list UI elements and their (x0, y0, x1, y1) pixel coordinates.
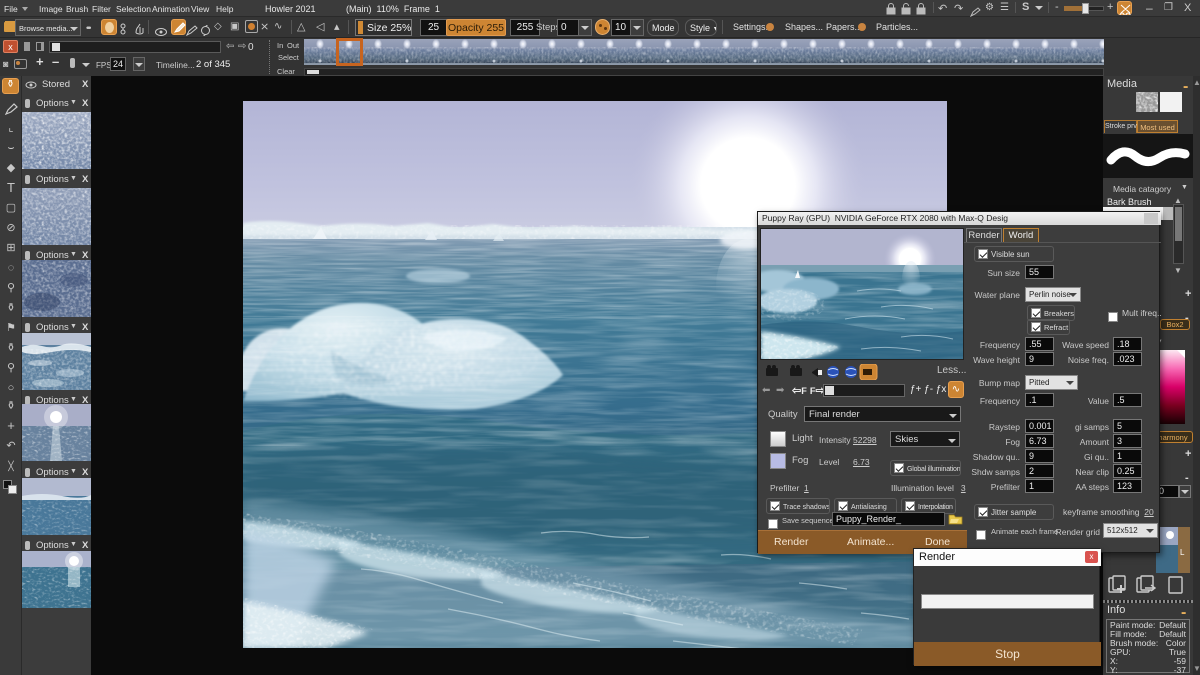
svg-text:L: L (1180, 548, 1185, 557)
